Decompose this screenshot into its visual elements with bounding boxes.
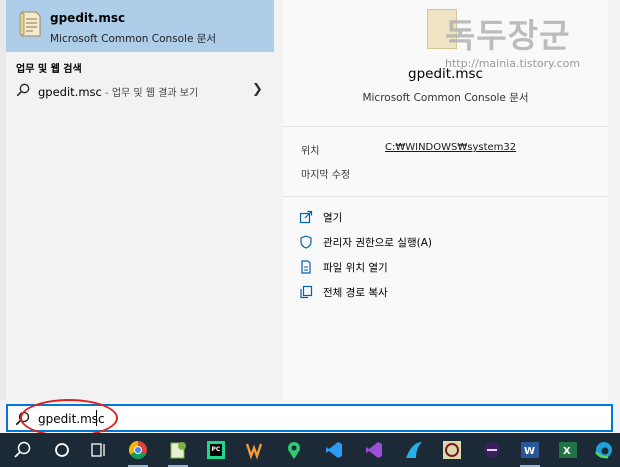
file-location-icon: [301, 260, 311, 274]
best-match-subtitle: Microsoft Common Console 문서: [50, 33, 217, 45]
task-view-icon: [91, 443, 105, 457]
visual-studio-icon: [366, 442, 382, 458]
search-icon: [16, 83, 30, 97]
taskbar-edge[interactable]: [586, 433, 620, 467]
terminal-icon: [484, 442, 500, 458]
highlight-circle: [20, 399, 118, 437]
web-search-query: gpedit.msc: [38, 85, 102, 99]
taskbar-winamp[interactable]: [236, 433, 272, 467]
excel-icon: X: [559, 442, 577, 458]
taskbar-vscode[interactable]: [316, 433, 352, 467]
svg-text:PC: PC: [212, 446, 221, 453]
web-search-heading: 업무 및 웹 검색: [16, 64, 82, 75]
action-run-as-admin[interactable]: 관리자 권한으로 실행(A): [299, 234, 589, 250]
svg-text:X: X: [563, 446, 571, 457]
edge-icon: [594, 442, 612, 459]
taskbar: PC W X: [0, 433, 620, 467]
location-label: 위치: [301, 146, 320, 157]
location-link[interactable]: C:₩WINDOWS₩system32: [385, 142, 516, 153]
action-open-location-label: 파일 위치 열기: [323, 262, 388, 274]
taskbar-task-view-button[interactable]: [80, 433, 116, 467]
chrome-icon: [128, 441, 147, 460]
navigator-icon: [406, 442, 422, 458]
action-run-as-admin-label: 관리자 권한으로 실행(A): [323, 237, 432, 249]
action-copy-path-label: 전체 경로 복사: [323, 287, 388, 299]
search-icon: [14, 441, 31, 458]
taskbar-terminal[interactable]: [474, 433, 510, 467]
taskbar-word[interactable]: W: [512, 433, 548, 467]
winamp-icon: [245, 443, 263, 460]
watermark-url: http://mainia.tistory.com: [445, 57, 581, 70]
taskbar-search-button[interactable]: [4, 433, 40, 467]
taskbar-visual-studio[interactable]: [356, 433, 392, 467]
notepadpp-icon: [170, 442, 186, 459]
taskbar-maps[interactable]: [276, 433, 312, 467]
vscode-icon: [326, 442, 342, 458]
best-match-item[interactable]: gpedit.msc Microsoft Common Console 문서: [6, 0, 274, 52]
detail-subtitle: Microsoft Common Console 문서: [362, 92, 529, 104]
left-edge-strip: [0, 0, 6, 400]
watermark: 독두장군 http://mainia.tistory.com: [415, 5, 615, 77]
taskbar-pycharm[interactable]: PC: [198, 433, 234, 467]
copy-icon: [300, 285, 313, 299]
console-document-icon: [19, 11, 41, 37]
action-open[interactable]: 열기: [299, 209, 589, 225]
taskbar-navigator[interactable]: [396, 433, 432, 467]
taskbar-chrome[interactable]: [120, 433, 156, 467]
action-open-location[interactable]: 파일 위치 열기: [299, 259, 589, 275]
watermark-text: 독두장군: [445, 16, 571, 55]
chevron-right-icon[interactable]: ❯: [252, 82, 263, 97]
pycharm-icon: PC: [207, 441, 225, 459]
svg-text:W: W: [524, 446, 535, 457]
web-search-suffix: - 업무 및 웹 결과 보기: [101, 88, 199, 99]
taskbar-cortana-button[interactable]: [44, 433, 80, 467]
cortana-icon: [55, 443, 69, 457]
taskbar-filezilla[interactable]: [434, 433, 470, 467]
taskbar-notepadpp[interactable]: [160, 433, 196, 467]
action-open-label: 열기: [323, 212, 343, 224]
action-copy-path[interactable]: 전체 경로 복사: [299, 284, 589, 300]
modified-label: 마지막 수정: [301, 170, 351, 181]
web-search-result[interactable]: gpedit.msc - 업무 및 웹 결과 보기 ❯: [6, 78, 274, 104]
open-icon: [299, 210, 313, 224]
search-results-panel: gpedit.msc Microsoft Common Console 문서 업…: [0, 0, 274, 400]
divider: [283, 196, 608, 197]
taskbar-excel[interactable]: X: [550, 433, 586, 467]
filezilla-icon: [443, 441, 461, 459]
divider: [283, 126, 608, 127]
word-icon: W: [521, 442, 539, 458]
shield-icon: [300, 235, 312, 249]
best-match-title: gpedit.msc: [50, 11, 126, 25]
maps-icon: [288, 442, 300, 459]
